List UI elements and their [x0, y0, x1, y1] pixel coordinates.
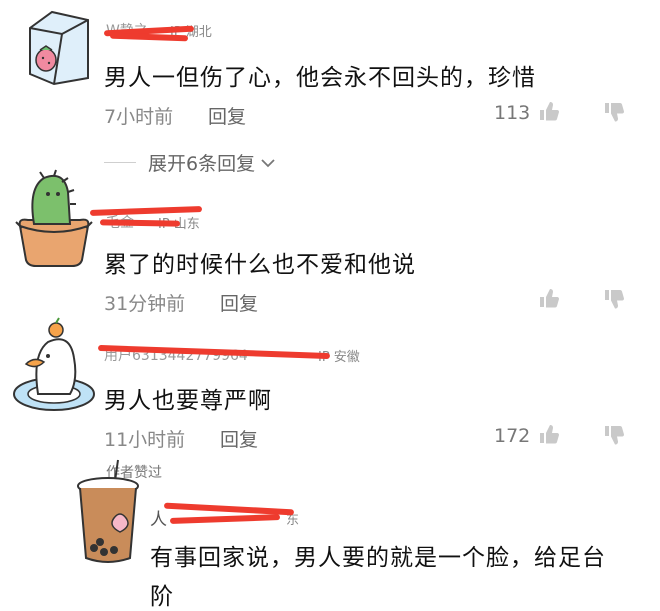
expand-replies-label: 展开6条回复: [148, 153, 256, 175]
avatar[interactable]: [10, 168, 96, 268]
avatar[interactable]: [70, 458, 146, 568]
avatar[interactable]: [8, 314, 98, 414]
like-count: 172: [494, 425, 531, 447]
thumbs-down-icon[interactable]: [603, 424, 625, 446]
divider: [104, 162, 136, 163]
thumbs-down-icon[interactable]: [603, 288, 625, 310]
thumbs-down-icon[interactable]: [603, 101, 625, 123]
thumbs-up-icon[interactable]: [538, 423, 560, 445]
thumbs-up-icon[interactable]: [538, 287, 560, 309]
redaction-mark: [169, 514, 281, 524]
expand-replies-button[interactable]: 展开6条回复: [148, 149, 277, 176]
chevron-down-icon: [259, 156, 277, 170]
comment-text: 累了的时候什么也不爱和他说: [104, 252, 416, 278]
comment-time: 11小时前: [104, 429, 186, 451]
reply-button[interactable]: 回复: [220, 289, 258, 316]
comment-text: 男人也要尊严啊: [104, 388, 272, 414]
reply-button[interactable]: 回复: [208, 102, 246, 129]
comment-time: 31分钟前: [104, 293, 186, 315]
thumbs-up-icon[interactable]: [538, 100, 560, 122]
comment-text: 男人一但伤了心，他会永不回头的，珍惜: [104, 65, 536, 91]
avatar[interactable]: [12, 8, 94, 86]
reply-button[interactable]: 回复: [220, 425, 258, 452]
reply-text: 有事回家说，男人要的就是一个脸，给足台: [150, 545, 606, 571]
like-count: 113: [494, 102, 531, 124]
comment-time: 7小时前: [104, 106, 174, 128]
username[interactable]: 人: [150, 505, 167, 530]
